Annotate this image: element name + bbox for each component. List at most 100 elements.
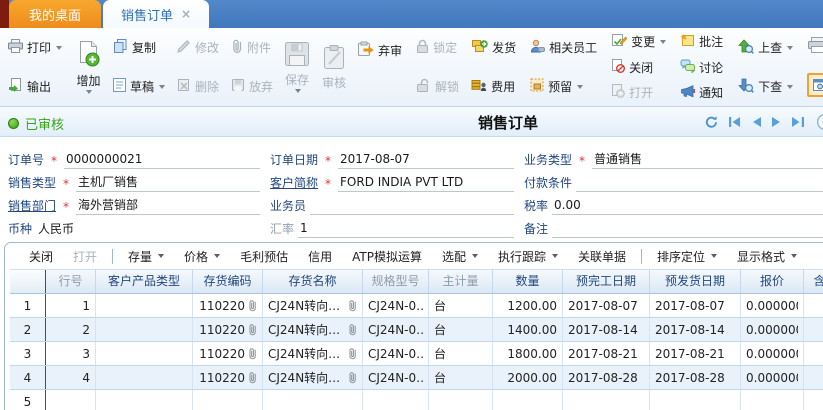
cell-inv_name[interactable] (263, 390, 363, 410)
change-button[interactable]: 变更 (606, 32, 671, 51)
output-button[interactable]: 输出 (3, 77, 67, 96)
cell-pre_ship_date[interactable]: 2017-08-14 (650, 318, 741, 341)
tab-my-desktop[interactable]: 我的桌面 (9, 0, 101, 28)
column-header-spec[interactable]: 规格型号 (363, 270, 429, 293)
column-header-qty[interactable]: 数量 (493, 270, 563, 293)
prev-record-icon[interactable] (751, 116, 762, 131)
sort-locate-button[interactable]: 排序定位 (647, 247, 727, 266)
column-header-pre_ship_date[interactable]: 预发货日期 (650, 270, 741, 293)
cell-inv_code[interactable]: 110220 (193, 366, 263, 389)
table-row[interactable]: 44110220CJ24N转向…CJ24N-0…台2000.002017-08-… (10, 366, 823, 390)
table-row[interactable]: 11110220CJ24N转向…CJ24N-0…台1200.002017-08-… (10, 294, 823, 318)
cell-pre_ship_date[interactable]: 2017-08-07 (650, 294, 741, 317)
column-header-unit[interactable]: 主计量 (429, 270, 493, 293)
cell-cust_item_type[interactable] (96, 342, 193, 365)
remark-input[interactable] (552, 221, 823, 238)
cell-sel[interactable]: 1 (10, 294, 46, 317)
column-header-inv_name[interactable]: 存货名称 (263, 270, 363, 293)
cell-tax_price[interactable]: 0 (804, 318, 823, 341)
order-date-input[interactable]: 2017-08-07 (338, 152, 514, 169)
gross-profit-button[interactable]: 毛利预估 (230, 247, 298, 266)
pay-terms-input[interactable] (576, 175, 823, 192)
cell-line_no[interactable] (46, 390, 96, 410)
cell-quote[interactable] (741, 390, 804, 410)
table-row[interactable]: 22110220CJ24N转向…CJ24N-0…台1400.002017-08-… (10, 318, 823, 342)
close-tab-icon[interactable]: × (181, 7, 191, 21)
cell-tax_price[interactable]: 0 (804, 342, 823, 365)
cell-inv_name[interactable]: CJ24N转向… (263, 342, 363, 365)
cell-pre_finish_date[interactable]: 2017-08-07 (563, 294, 650, 317)
add-button[interactable]: 增加 (70, 28, 107, 106)
cell-unit[interactable] (429, 390, 493, 410)
cell-qty[interactable]: 1400.00 (493, 318, 563, 341)
cell-sel[interactable]: 4 (10, 366, 46, 389)
draft-button[interactable]: 草稿 (108, 77, 170, 96)
cell-line_no[interactable]: 1 (46, 294, 96, 317)
related-docs-button[interactable]: 关联单据 (568, 247, 636, 266)
cell-sel[interactable]: 5 (10, 390, 46, 410)
notify-button[interactable]: 通知 (675, 83, 728, 102)
cell-cust_item_type[interactable] (96, 318, 193, 341)
column-header-line_no[interactable]: 行号 (46, 270, 96, 293)
preview-button[interactable] (802, 72, 823, 98)
credit-button[interactable]: 信用 (298, 247, 342, 266)
cell-tax_price[interactable] (804, 390, 823, 410)
cell-pre_finish_date[interactable] (563, 390, 650, 410)
locate-icon[interactable] (814, 113, 823, 134)
tab-sales-order[interactable]: 销售订单 × (103, 0, 209, 28)
cell-inv_code[interactable]: 110220 (193, 318, 263, 341)
cell-qty[interactable]: 1800.00 (493, 342, 563, 365)
unaudit-button[interactable]: 弃审 (352, 40, 407, 60)
cell-pre_finish_date[interactable]: 2017-08-28 (563, 366, 650, 389)
cell-tax_price[interactable]: 0 (804, 366, 823, 389)
table-row[interactable]: 5 (10, 390, 823, 410)
cell-inv_code[interactable] (193, 390, 263, 410)
cell-cust_item_type[interactable] (96, 390, 193, 410)
column-header-quote[interactable]: 报价 (741, 270, 804, 293)
salesman-input[interactable] (310, 198, 514, 215)
cell-unit[interactable]: 台 (429, 294, 493, 317)
atp-simulation-button[interactable]: ATP模拟运算 (342, 247, 432, 266)
column-header-cust_item_type[interactable]: 客户产品类型 (96, 270, 193, 293)
cell-spec[interactable]: CJ24N-0… (363, 318, 429, 341)
cell-sel[interactable]: 2 (10, 318, 46, 341)
table-row[interactable]: 33110220CJ24N转向…CJ24N-0…台1800.002017-08-… (10, 342, 823, 366)
cell-pre_ship_date[interactable]: 2017-08-21 (650, 342, 741, 365)
sale-dept-input[interactable]: 海外营销部 (76, 196, 260, 215)
deliver-button[interactable]: 发货 (466, 38, 521, 57)
exchange-rate-input[interactable]: 1 (298, 221, 514, 238)
last-record-icon[interactable] (791, 116, 805, 131)
order-no-input[interactable]: 0000000021 (64, 152, 260, 169)
cell-unit[interactable]: 台 (429, 366, 493, 389)
cell-quote[interactable]: 0.000000 (741, 366, 804, 389)
trace-up-button[interactable]: 上查 (732, 38, 798, 58)
reserve-button[interactable]: 预留 (525, 77, 602, 96)
cell-pre_ship_date[interactable]: 2017-08-28 (650, 366, 741, 389)
cell-tax_price[interactable]: 0 (804, 294, 823, 317)
print-button[interactable]: 打印 (3, 38, 67, 57)
discuss-button[interactable]: 讨论 (675, 58, 728, 77)
next-record-icon[interactable] (771, 116, 782, 131)
sale-dept-link[interactable]: 销售部门 (8, 197, 56, 215)
cell-pre_finish_date[interactable]: 2017-08-14 (563, 318, 650, 341)
price-button[interactable]: 价格 (174, 247, 230, 266)
cell-spec[interactable]: CJ24N-0… (363, 342, 429, 365)
stock-button[interactable]: 存量 (118, 247, 174, 266)
close-doc-button[interactable]: 关闭 (606, 58, 671, 77)
biz-type-input[interactable]: 普通销售 (592, 150, 823, 169)
currency-input[interactable]: 人民币 (36, 220, 260, 238)
column-header-tax_price[interactable]: 含 (804, 270, 823, 293)
cell-quote[interactable]: 0.000000 (741, 342, 804, 365)
cell-quote[interactable]: 0.000000 (741, 318, 804, 341)
cell-cust_item_type[interactable] (96, 366, 193, 389)
exec-trace-button[interactable]: 执行跟踪 (488, 247, 568, 266)
column-header-pre_finish_date[interactable]: 预完工日期 (563, 270, 650, 293)
detail-close-button[interactable]: 关闭 (19, 247, 63, 266)
expense-button[interactable]: 费用 (466, 77, 521, 96)
cell-line_no[interactable]: 3 (46, 342, 96, 365)
comment-button[interactable]: 批注 (675, 32, 728, 51)
cell-pre_finish_date[interactable]: 2017-08-21 (563, 342, 650, 365)
refresh-icon[interactable] (704, 115, 719, 132)
cell-inv_name[interactable]: CJ24N转向… (263, 366, 363, 389)
cell-quote[interactable]: 0.000000 (741, 294, 804, 317)
